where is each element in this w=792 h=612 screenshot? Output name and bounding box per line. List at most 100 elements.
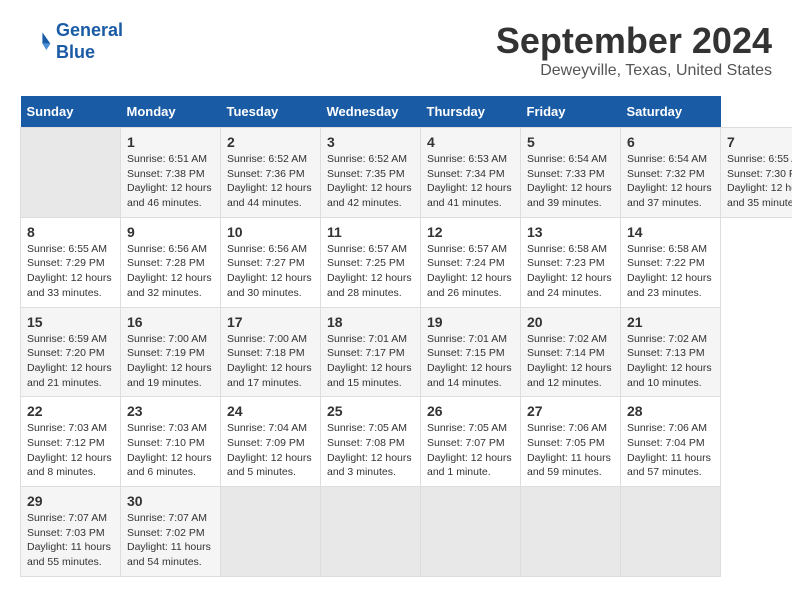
day-info: Sunrise: 6:53 AM Sunset: 7:34 PM Dayligh… [427, 152, 514, 211]
day-number: 5 [527, 134, 614, 150]
day-number: 7 [727, 134, 792, 150]
header-saturday: Saturday [621, 96, 721, 128]
day-info: Sunrise: 6:51 AM Sunset: 7:38 PM Dayligh… [127, 152, 214, 211]
day-info: Sunrise: 6:54 AM Sunset: 7:33 PM Dayligh… [527, 152, 614, 211]
day-info: Sunrise: 6:58 AM Sunset: 7:23 PM Dayligh… [527, 242, 614, 301]
calendar-header: SundayMondayTuesdayWednesdayThursdayFrid… [21, 96, 792, 128]
logo-line2: Blue [56, 42, 95, 62]
day-number: 9 [127, 224, 214, 240]
calendar-cell: 22 Sunrise: 7:03 AM Sunset: 7:12 PM Dayl… [21, 397, 121, 487]
day-number: 17 [227, 314, 314, 330]
calendar-week-1: 1 Sunrise: 6:51 AM Sunset: 7:38 PM Dayli… [21, 128, 792, 218]
calendar-cell: 26 Sunrise: 7:05 AM Sunset: 7:07 PM Dayl… [421, 397, 521, 487]
logo-icon [20, 26, 52, 58]
day-info: Sunrise: 6:52 AM Sunset: 7:35 PM Dayligh… [327, 152, 414, 211]
calendar-week-3: 15 Sunrise: 6:59 AM Sunset: 7:20 PM Dayl… [21, 307, 792, 397]
calendar-cell [421, 487, 521, 577]
day-number: 19 [427, 314, 514, 330]
title-block: September 2024 Deweyville, Texas, United… [496, 20, 772, 80]
calendar-cell: 11 Sunrise: 6:57 AM Sunset: 7:25 PM Dayl… [321, 217, 421, 307]
calendar-cell: 16 Sunrise: 7:00 AM Sunset: 7:19 PM Dayl… [121, 307, 221, 397]
calendar-cell: 1 Sunrise: 6:51 AM Sunset: 7:38 PM Dayli… [121, 128, 221, 218]
calendar-cell: 12 Sunrise: 6:57 AM Sunset: 7:24 PM Dayl… [421, 217, 521, 307]
calendar-cell: 10 Sunrise: 6:56 AM Sunset: 7:27 PM Dayl… [221, 217, 321, 307]
day-info: Sunrise: 6:57 AM Sunset: 7:24 PM Dayligh… [427, 242, 514, 301]
day-info: Sunrise: 7:02 AM Sunset: 7:14 PM Dayligh… [527, 332, 614, 391]
day-number: 6 [627, 134, 714, 150]
calendar-cell: 19 Sunrise: 7:01 AM Sunset: 7:15 PM Dayl… [421, 307, 521, 397]
page-subtitle: Deweyville, Texas, United States [496, 62, 772, 80]
day-number: 20 [527, 314, 614, 330]
calendar-body: 1 Sunrise: 6:51 AM Sunset: 7:38 PM Dayli… [21, 128, 792, 577]
calendar-cell: 29 Sunrise: 7:07 AM Sunset: 7:03 PM Dayl… [21, 487, 121, 577]
calendar-cell: 6 Sunrise: 6:54 AM Sunset: 7:32 PM Dayli… [621, 128, 721, 218]
calendar-cell: 23 Sunrise: 7:03 AM Sunset: 7:10 PM Dayl… [121, 397, 221, 487]
day-number: 2 [227, 134, 314, 150]
day-number: 25 [327, 403, 414, 419]
page-header: General Blue September 2024 Deweyville, … [20, 20, 772, 80]
day-info: Sunrise: 6:54 AM Sunset: 7:32 PM Dayligh… [627, 152, 714, 211]
day-number: 21 [627, 314, 714, 330]
calendar-cell: 14 Sunrise: 6:58 AM Sunset: 7:22 PM Dayl… [621, 217, 721, 307]
day-number: 11 [327, 224, 414, 240]
header-monday: Monday [121, 96, 221, 128]
day-info: Sunrise: 7:07 AM Sunset: 7:02 PM Dayligh… [127, 511, 214, 570]
day-number: 23 [127, 403, 214, 419]
calendar-cell: 24 Sunrise: 7:04 AM Sunset: 7:09 PM Dayl… [221, 397, 321, 487]
calendar-cell [521, 487, 621, 577]
day-info: Sunrise: 7:05 AM Sunset: 7:07 PM Dayligh… [427, 421, 514, 480]
calendar-cell [321, 487, 421, 577]
day-info: Sunrise: 7:03 AM Sunset: 7:12 PM Dayligh… [27, 421, 114, 480]
header-wednesday: Wednesday [321, 96, 421, 128]
day-info: Sunrise: 6:56 AM Sunset: 7:28 PM Dayligh… [127, 242, 214, 301]
calendar-cell: 2 Sunrise: 6:52 AM Sunset: 7:36 PM Dayli… [221, 128, 321, 218]
day-number: 1 [127, 134, 214, 150]
calendar-cell: 20 Sunrise: 7:02 AM Sunset: 7:14 PM Dayl… [521, 307, 621, 397]
day-info: Sunrise: 7:00 AM Sunset: 7:18 PM Dayligh… [227, 332, 314, 391]
calendar-cell: 4 Sunrise: 6:53 AM Sunset: 7:34 PM Dayli… [421, 128, 521, 218]
day-info: Sunrise: 6:56 AM Sunset: 7:27 PM Dayligh… [227, 242, 314, 301]
page-title: September 2024 [496, 20, 772, 62]
logo-line1: General [56, 20, 123, 40]
calendar-cell [621, 487, 721, 577]
day-info: Sunrise: 6:58 AM Sunset: 7:22 PM Dayligh… [627, 242, 714, 301]
calendar-cell: 15 Sunrise: 6:59 AM Sunset: 7:20 PM Dayl… [21, 307, 121, 397]
calendar-cell: 5 Sunrise: 6:54 AM Sunset: 7:33 PM Dayli… [521, 128, 621, 218]
calendar-cell: 25 Sunrise: 7:05 AM Sunset: 7:08 PM Dayl… [321, 397, 421, 487]
calendar-week-5: 29 Sunrise: 7:07 AM Sunset: 7:03 PM Dayl… [21, 487, 792, 577]
day-number: 16 [127, 314, 214, 330]
day-number: 26 [427, 403, 514, 419]
day-number: 30 [127, 493, 214, 509]
logo: General Blue [20, 20, 123, 63]
logo-text: General Blue [56, 20, 123, 63]
calendar-cell: 30 Sunrise: 7:07 AM Sunset: 7:02 PM Dayl… [121, 487, 221, 577]
day-info: Sunrise: 7:06 AM Sunset: 7:04 PM Dayligh… [627, 421, 714, 480]
day-number: 29 [27, 493, 114, 509]
day-info: Sunrise: 6:57 AM Sunset: 7:25 PM Dayligh… [327, 242, 414, 301]
calendar-cell: 28 Sunrise: 7:06 AM Sunset: 7:04 PM Dayl… [621, 397, 721, 487]
calendar-cell: 17 Sunrise: 7:00 AM Sunset: 7:18 PM Dayl… [221, 307, 321, 397]
day-info: Sunrise: 7:06 AM Sunset: 7:05 PM Dayligh… [527, 421, 614, 480]
day-number: 18 [327, 314, 414, 330]
header-sunday: Sunday [21, 96, 121, 128]
day-info: Sunrise: 6:52 AM Sunset: 7:36 PM Dayligh… [227, 152, 314, 211]
calendar-cell: 8 Sunrise: 6:55 AM Sunset: 7:29 PM Dayli… [21, 217, 121, 307]
day-number: 15 [27, 314, 114, 330]
empty-cell [21, 128, 121, 218]
day-number: 4 [427, 134, 514, 150]
day-info: Sunrise: 7:07 AM Sunset: 7:03 PM Dayligh… [27, 511, 114, 570]
day-info: Sunrise: 6:55 AM Sunset: 7:30 PM Dayligh… [727, 152, 792, 211]
calendar-cell: 27 Sunrise: 7:06 AM Sunset: 7:05 PM Dayl… [521, 397, 621, 487]
calendar-week-2: 8 Sunrise: 6:55 AM Sunset: 7:29 PM Dayli… [21, 217, 792, 307]
calendar-cell: 21 Sunrise: 7:02 AM Sunset: 7:13 PM Dayl… [621, 307, 721, 397]
day-info: Sunrise: 6:59 AM Sunset: 7:20 PM Dayligh… [27, 332, 114, 391]
day-number: 14 [627, 224, 714, 240]
header-tuesday: Tuesday [221, 96, 321, 128]
day-info: Sunrise: 7:04 AM Sunset: 7:09 PM Dayligh… [227, 421, 314, 480]
day-info: Sunrise: 7:01 AM Sunset: 7:17 PM Dayligh… [327, 332, 414, 391]
header-friday: Friday [521, 96, 621, 128]
day-number: 22 [27, 403, 114, 419]
day-number: 12 [427, 224, 514, 240]
day-info: Sunrise: 7:01 AM Sunset: 7:15 PM Dayligh… [427, 332, 514, 391]
calendar-cell: 3 Sunrise: 6:52 AM Sunset: 7:35 PM Dayli… [321, 128, 421, 218]
